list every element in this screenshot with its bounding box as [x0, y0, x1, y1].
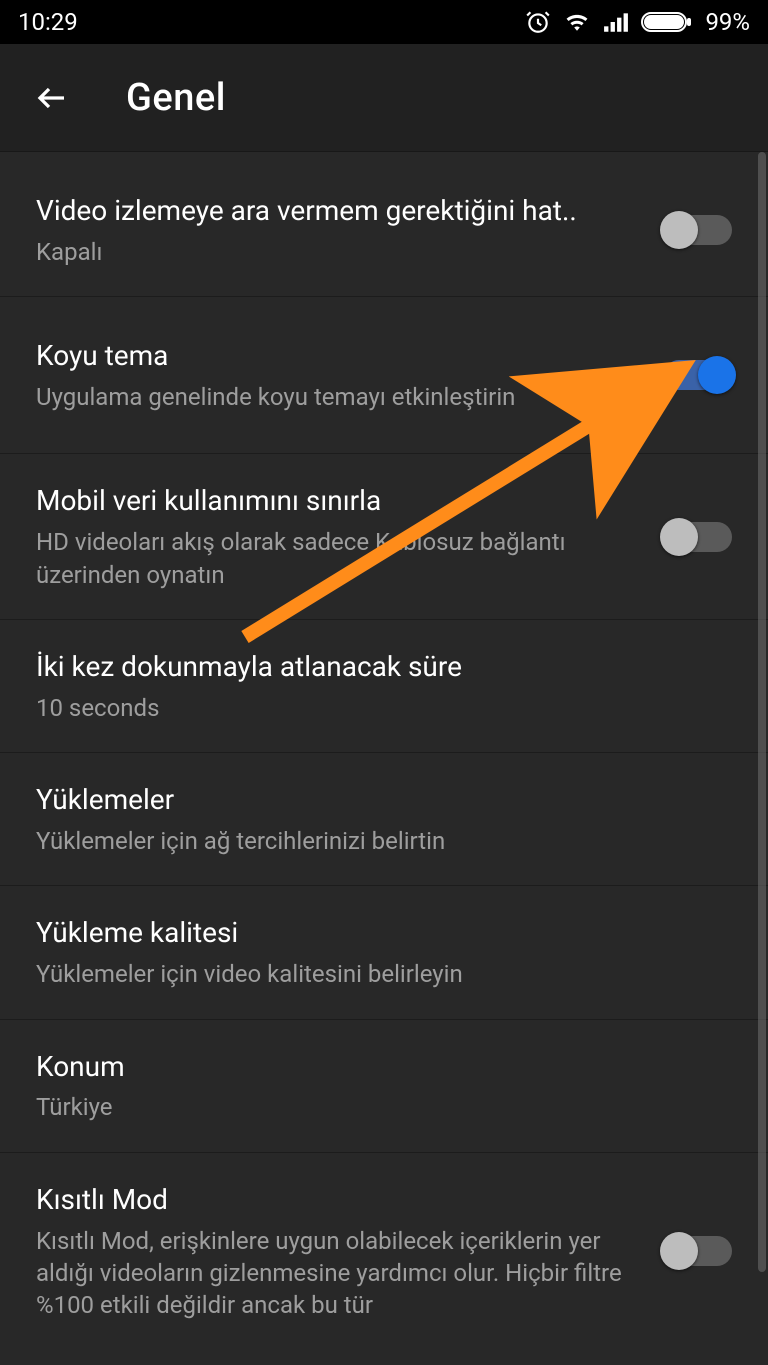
- page-title: Genel: [126, 76, 226, 120]
- alarm-icon: [525, 9, 551, 35]
- status-time: 10:29: [18, 8, 78, 36]
- row-restricted-mode[interactable]: Kısıtlı Mod Kısıtlı Mod, erişkinlere uyg…: [0, 1153, 768, 1350]
- scrollbar[interactable]: [758, 152, 766, 1272]
- screen: 10:29: [0, 0, 768, 1365]
- row-title: Koyu tema: [36, 337, 640, 375]
- row-upload-quality[interactable]: Yükleme kalitesi Yüklemeler için video k…: [0, 886, 768, 1019]
- row-title: Kısıtlı Mod: [36, 1181, 640, 1219]
- row-dark-theme[interactable]: Koyu tema Uygulama genelinde koyu temayı…: [0, 297, 768, 454]
- switch-restricted-mode[interactable]: [664, 1236, 732, 1266]
- row-title: Yüklemeler: [36, 781, 732, 819]
- row-title: Video izlemeye ara vermem gerektiğini ha…: [36, 192, 640, 230]
- row-remind-break[interactable]: Video izlemeye ara vermem gerektiğini ha…: [0, 152, 768, 297]
- row-subtitle: Kapalı: [36, 236, 640, 268]
- wifi-icon: [563, 11, 591, 33]
- row-double-tap-seek[interactable]: İki kez dokunmayla atlanacak süre 10 sec…: [0, 620, 768, 753]
- settings-list: Video izlemeye ara vermem gerektiğini ha…: [0, 152, 768, 1350]
- switch-dark-theme[interactable]: [664, 360, 732, 390]
- signal-icon: [603, 11, 629, 33]
- status-bar: 10:29: [0, 0, 768, 44]
- row-subtitle: Uygulama genelinde koyu temayı etkinleşt…: [36, 381, 640, 413]
- row-subtitle: Türkiye: [36, 1091, 732, 1123]
- row-title: Konum: [36, 1048, 732, 1086]
- row-subtitle: Kısıtlı Mod, erişkinlere uygun olabilece…: [36, 1225, 640, 1322]
- row-title: İki kez dokunmayla atlanacak süre: [36, 648, 732, 686]
- row-subtitle: Yüklemeler için video kalitesini belirle…: [36, 958, 732, 990]
- row-uploads[interactable]: Yüklemeler Yüklemeler için ağ tercihleri…: [0, 753, 768, 886]
- switch-limit-mobile-data[interactable]: [664, 522, 732, 552]
- row-subtitle: 10 seconds: [36, 692, 732, 724]
- row-subtitle: HD videoları akış olarak sadece Kablosuz…: [36, 526, 640, 591]
- app-bar: Genel: [0, 44, 768, 152]
- row-subtitle: Yüklemeler için ağ tercihlerinizi belirt…: [36, 825, 732, 857]
- status-icons: 99%: [525, 8, 750, 36]
- battery-icon: [641, 10, 693, 34]
- battery-percent: 99%: [705, 8, 750, 36]
- row-title: Mobil veri kullanımını sınırla: [36, 482, 640, 520]
- back-button[interactable]: [30, 76, 74, 120]
- row-limit-mobile-data[interactable]: Mobil veri kullanımını sınırla HD videol…: [0, 454, 768, 620]
- row-location[interactable]: Konum Türkiye: [0, 1020, 768, 1153]
- switch-remind-break[interactable]: [664, 215, 732, 245]
- row-title: Yükleme kalitesi: [36, 914, 732, 952]
